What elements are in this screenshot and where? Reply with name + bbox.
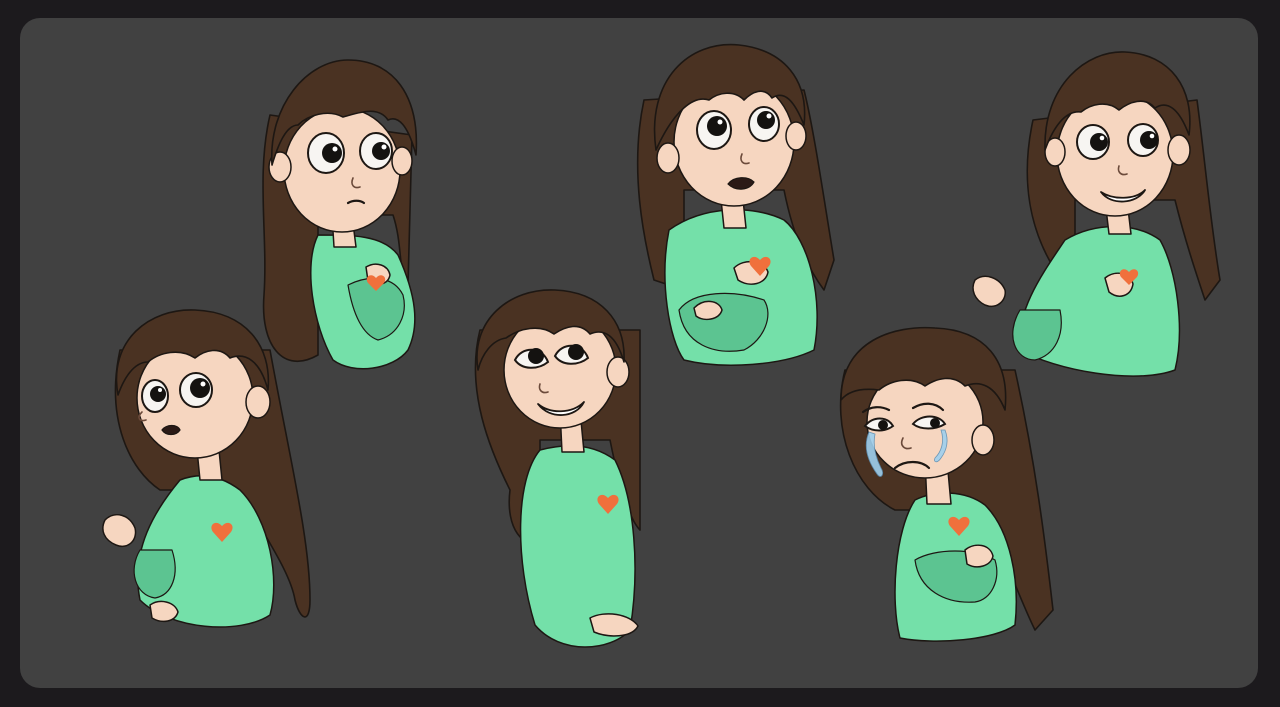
pupil-right [190, 378, 210, 398]
pupil-right [757, 111, 775, 129]
pupil-left [322, 143, 342, 163]
pupil-right [1140, 131, 1158, 149]
pupil-right [930, 418, 940, 428]
pupil-left [528, 348, 544, 364]
ear-right [245, 385, 271, 419]
pupil-left [1090, 133, 1108, 151]
ear-right [971, 424, 995, 456]
pose-sly-grin [972, 51, 1221, 377]
character-sheet-illustration [102, 43, 1221, 648]
pose-anxious-look-up [636, 43, 835, 366]
mouth [161, 424, 181, 436]
pose-happy-look-up [474, 289, 641, 648]
pupil-right [372, 142, 390, 160]
pupil-right [568, 344, 584, 360]
ear-right [1167, 134, 1191, 166]
hand-lower [693, 300, 723, 321]
pose-startled-side [102, 309, 311, 628]
hand-raised [102, 513, 137, 547]
pose-crying [839, 326, 1054, 642]
ear-right [785, 121, 807, 151]
pupil-left [707, 116, 727, 136]
pose-worried-glance-right [262, 59, 418, 370]
pupil-left [878, 420, 888, 430]
ear-right [391, 146, 413, 176]
ear-right [606, 356, 630, 388]
face [283, 107, 401, 233]
hand-raised [972, 275, 1006, 307]
ear-left [656, 142, 680, 174]
pupil-left [150, 386, 166, 402]
hand [964, 544, 994, 568]
